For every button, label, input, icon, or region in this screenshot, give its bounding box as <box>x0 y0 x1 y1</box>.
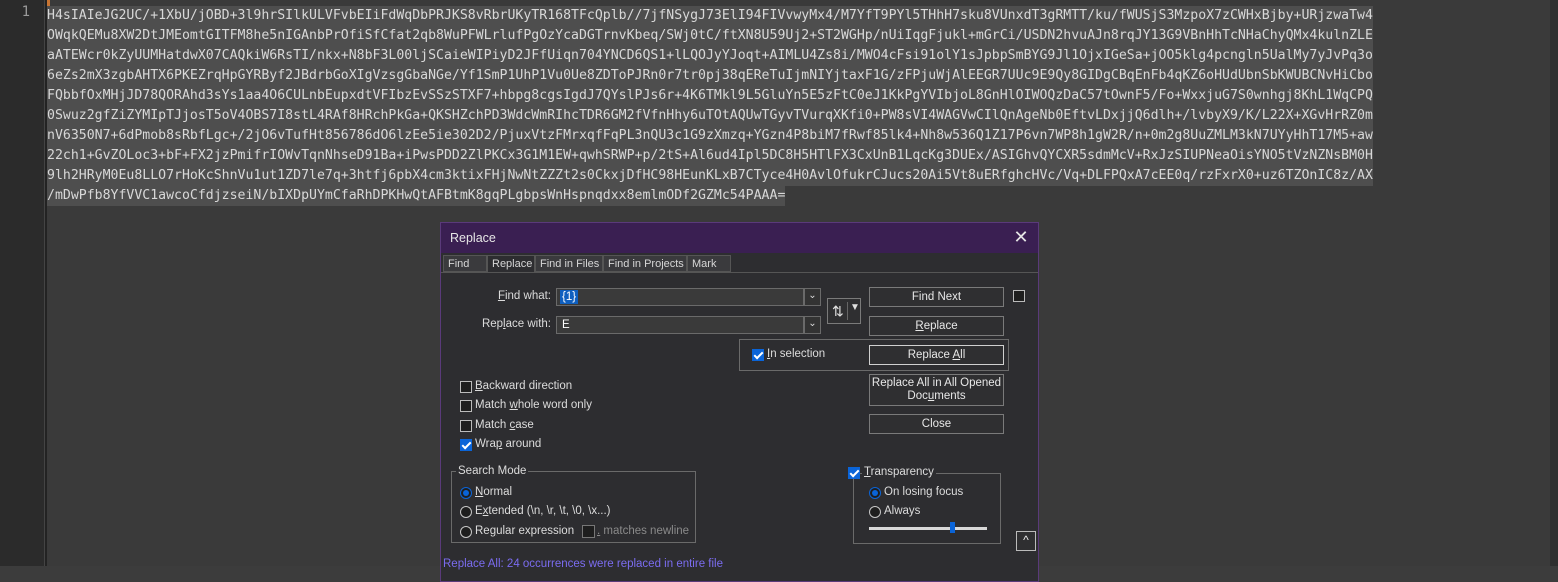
code-line[interactable]: 0Swuz2gfZiZYMIpTJjosT5oV4OBS7I8stL4RAf8H… <box>47 106 1373 126</box>
search-mode-normal-radio[interactable] <box>460 487 472 499</box>
tab-find-in-projects[interactable]: Find in Projects <box>603 255 687 272</box>
tab-find[interactable]: Find <box>443 255 487 272</box>
matches-newline-label[interactable]: . matches newline <box>597 525 689 537</box>
dialog-titlebar[interactable]: Replace ✕ <box>441 223 1038 253</box>
backward-direction-label[interactable]: Backward direction <box>475 380 572 392</box>
find-what-dropdown-icon[interactable]: ⌄ <box>804 288 821 306</box>
line-number-gutter: 1 <box>0 0 45 566</box>
tab-replace[interactable]: Replace <box>487 255 535 273</box>
wrap-around-checkbox[interactable] <box>460 439 472 451</box>
code-line[interactable]: 22ch1+GvZOLoc3+bF+FX2jzPmifrIOWvTqnNhseD… <box>47 146 1373 166</box>
replace-button[interactable]: Replace <box>869 316 1004 336</box>
code-line[interactable]: nV6350N7+6dPmob8sRbfLgc+/2jO6vTufHt85678… <box>47 126 1373 146</box>
match-whole-word-label[interactable]: Match whole word only <box>475 399 592 411</box>
code-line[interactable]: aATEWcr0kZyUUMHatdwX07CAQkiW6RsTI/nkx+N8… <box>47 46 1373 66</box>
transparency-always-label[interactable]: Always <box>884 505 920 517</box>
code-line[interactable]: 9lh2HRyM0Eu8LLO7rHoKcShnVu1ut1ZD7le7q+3h… <box>47 166 1373 186</box>
transparency-on-losing-focus-radio[interactable] <box>869 487 881 499</box>
dialog-title: Replace <box>450 231 496 245</box>
replace-all-in-opened-documents-button[interactable]: Replace All in All Opened Documents <box>869 374 1004 406</box>
match-case-checkbox[interactable] <box>460 420 472 432</box>
find-what-input[interactable]: {1} <box>556 288 804 306</box>
search-mode-regex-label[interactable]: Regular expression <box>475 525 574 537</box>
replace-with-dropdown-icon[interactable]: ⌄ <box>804 316 821 334</box>
transparency-slider[interactable] <box>869 527 987 530</box>
search-mode-extended-radio[interactable] <box>460 506 472 518</box>
collapse-dialog-icon[interactable]: ^ <box>1016 531 1036 551</box>
status-message: Replace All: 24 occurrences were replace… <box>443 558 723 570</box>
search-mode-extended-label[interactable]: Extended (\n, \r, \t, \0, \x...) <box>475 505 611 517</box>
tab-find-in-files[interactable]: Find in Files <box>535 255 603 272</box>
replace-all-button[interactable]: Replace All <box>869 345 1004 365</box>
wrap-around-label[interactable]: Wrap around <box>475 438 541 450</box>
transparency-on-losing-focus-label[interactable]: On losing focus <box>884 486 963 498</box>
tab-mark[interactable]: Mark <box>687 255 731 272</box>
find-what-value: {1} <box>560 290 579 304</box>
match-whole-word-checkbox[interactable] <box>460 400 472 412</box>
close-icon[interactable]: ✕ <box>1010 227 1032 249</box>
code-line[interactable]: OWqkQEMu8XW2DtJMEomtGITFM8he5nIGAnbPrOfi… <box>47 26 1373 46</box>
swap-arrows-icon: ⇅ <box>832 303 844 319</box>
line-number: 1 <box>21 4 30 20</box>
find-what-label: Find what: <box>497 290 551 302</box>
vertical-scrollbar[interactable] <box>1550 0 1558 566</box>
replace-with-label: Replace with: <box>481 318 551 330</box>
code-line[interactable]: FQbbfOxMHjJD78QORAhd3sYs1aa4O6CULnbEupxd… <box>47 86 1373 106</box>
matches-newline-checkbox[interactable] <box>582 525 595 538</box>
code-line[interactable]: 6eZs2mX3zgbAHTX6PKEZrqHpGYRByf2JBdrbGoXI… <box>47 66 1373 86</box>
in-selection-checkbox[interactable] <box>752 349 764 361</box>
transparency-checkbox[interactable] <box>848 467 860 479</box>
replace-with-value: E <box>562 319 570 331</box>
search-mode-title: Search Mode <box>456 465 529 477</box>
tab-divider <box>441 272 1038 273</box>
search-mode-regex-radio[interactable] <box>460 526 472 538</box>
code-line[interactable]: H4sIAIeJG2UC/+1XbU/jOBD+3l9hrSIlkULVFvbE… <box>47 6 1373 26</box>
replace-with-input[interactable]: E <box>556 316 804 334</box>
in-selection-label[interactable]: In selection <box>767 348 825 360</box>
search-mode-normal-label[interactable]: Normal <box>475 486 512 498</box>
transparency-always-radio[interactable] <box>869 506 881 518</box>
find-next-option-checkbox[interactable] <box>1013 290 1025 302</box>
find-next-button[interactable]: Find Next <box>869 287 1004 307</box>
match-case-label[interactable]: Match case <box>475 419 534 431</box>
backward-direction-checkbox[interactable] <box>460 381 472 393</box>
swap-direction-button[interactable]: ⇅ ▼ <box>827 298 861 324</box>
code-line[interactable]: /mDwPfb8YfVVC1awcoCfdjzseiN/bIXDpUYmCfaR… <box>47 186 786 206</box>
transparency-slider-thumb[interactable] <box>949 522 955 533</box>
dropdown-arrow-icon: ▼ <box>850 302 860 313</box>
transparency-label[interactable]: Transparency <box>862 466 936 478</box>
close-button[interactable]: Close <box>869 414 1004 434</box>
